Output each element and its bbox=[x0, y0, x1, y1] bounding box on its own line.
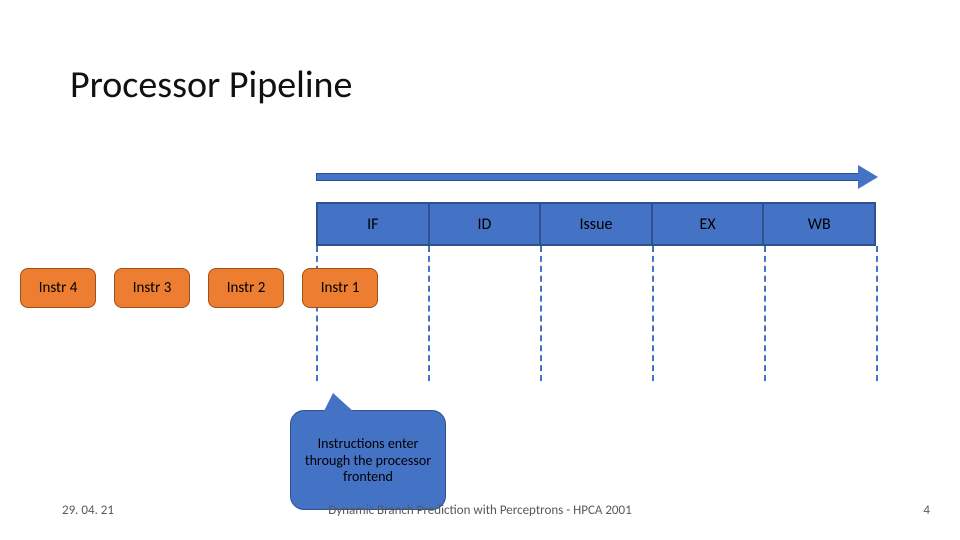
stage-ex: EX bbox=[653, 202, 765, 246]
instruction-box: Instr 3 bbox=[114, 268, 190, 308]
arrow-head-icon bbox=[858, 165, 878, 189]
guide-line bbox=[764, 246, 766, 381]
guide-line bbox=[316, 246, 318, 381]
stage-id: ID bbox=[430, 202, 542, 246]
flow-direction-arrow bbox=[316, 166, 876, 188]
callout-text: Instructions enter through the processor… bbox=[301, 436, 435, 486]
footer-page-number: 4 bbox=[923, 503, 930, 518]
instruction-box: Instr 4 bbox=[20, 268, 96, 308]
guide-line bbox=[540, 246, 542, 381]
footer-caption: Dynamic Branch Prediction with Perceptro… bbox=[0, 503, 960, 518]
instruction-queue: Instr 4 Instr 3 Instr 2 Instr 1 bbox=[20, 268, 378, 308]
instruction-box: Instr 2 bbox=[208, 268, 284, 308]
slide-title: Processor Pipeline bbox=[70, 62, 352, 108]
pipeline-stage-bar: IF ID Issue EX WB bbox=[316, 202, 876, 246]
stage-issue: Issue bbox=[541, 202, 653, 246]
frontend-callout: Instructions enter through the processor… bbox=[290, 410, 446, 510]
guide-line bbox=[428, 246, 430, 381]
stage-boundary-guides bbox=[316, 246, 876, 381]
arrow-shaft bbox=[316, 173, 862, 181]
stage-if: IF bbox=[316, 202, 430, 246]
instruction-box: Instr 1 bbox=[302, 268, 378, 308]
stage-wb: WB bbox=[764, 202, 876, 246]
guide-line bbox=[876, 246, 878, 381]
guide-line bbox=[652, 246, 654, 381]
